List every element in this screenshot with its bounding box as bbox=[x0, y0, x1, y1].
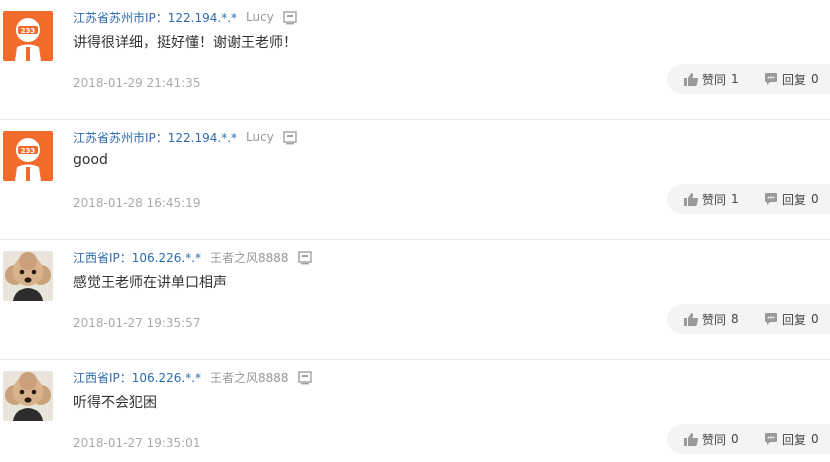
user-card-icon[interactable] bbox=[283, 130, 297, 145]
comment-meta: 江苏省苏州市IP：122.194.*.* Lucy bbox=[73, 7, 297, 27]
comment-list: 233 江苏省苏州市IP：122.194.*.* Lucy 讲得很详细，挺好懂！… bbox=[0, 0, 830, 462]
reply-count: 0 bbox=[811, 312, 819, 326]
like-count: 0 bbox=[731, 432, 739, 446]
comment-meta: 江西省IP：106.226.*.* 王者之风8888 bbox=[73, 367, 312, 387]
user-card-icon[interactable] bbox=[297, 370, 312, 385]
like-label: 赞同 bbox=[702, 312, 727, 327]
avatar[interactable]: 233 bbox=[3, 131, 53, 181]
like-label: 赞同 bbox=[702, 192, 727, 207]
username[interactable]: Lucy bbox=[246, 130, 274, 144]
avatar[interactable]: 233 bbox=[3, 11, 53, 61]
comment-timestamp: 2018-01-27 19:35:01 bbox=[73, 436, 201, 450]
speech-bubble-icon bbox=[765, 193, 777, 205]
like-button[interactable]: 赞同 8 bbox=[683, 311, 739, 328]
reply-button[interactable]: 回复 0 bbox=[763, 431, 819, 448]
user-card-icon[interactable] bbox=[297, 250, 312, 265]
like-button[interactable]: 赞同 1 bbox=[683, 191, 739, 208]
comment-timestamp: 2018-01-27 19:35:57 bbox=[73, 316, 201, 330]
comment-item: 233 江苏省苏州市IP：122.194.*.* Lucy 讲得很详细，挺好懂！… bbox=[0, 0, 830, 120]
username[interactable]: 王者之风8888 bbox=[210, 369, 289, 386]
comment-actions: 赞同 0 回复 0 bbox=[667, 424, 830, 454]
like-button[interactable]: 赞同 0 bbox=[683, 431, 739, 448]
poodle-dog-avatar-icon bbox=[3, 251, 53, 301]
username[interactable]: 王者之风8888 bbox=[210, 249, 289, 266]
reply-label: 回复 bbox=[782, 432, 807, 447]
ip-location-link[interactable]: 江西省IP：106.226.*.* bbox=[73, 249, 201, 266]
svg-text:233: 233 bbox=[21, 147, 36, 155]
speech-bubble-icon bbox=[765, 433, 777, 445]
comment-item: 江西省IP：106.226.*.* 王者之风8888 听得不会犯困 2018-0… bbox=[0, 360, 830, 462]
comment-text: 听得不会犯困 bbox=[73, 395, 157, 411]
avatar[interactable] bbox=[3, 371, 53, 421]
comment-item: 233 江苏省苏州市IP：122.194.*.* Lucy good 2018-… bbox=[0, 120, 830, 240]
comment-timestamp: 2018-01-28 16:45:19 bbox=[73, 196, 201, 210]
like-count: 8 bbox=[731, 312, 739, 326]
reply-label: 回复 bbox=[782, 192, 807, 207]
user-card-icon[interactable] bbox=[283, 10, 297, 25]
comment-actions: 赞同 1 回复 0 bbox=[667, 64, 830, 94]
avatar[interactable] bbox=[3, 251, 53, 301]
comment-actions: 赞同 1 回复 0 bbox=[667, 184, 830, 214]
like-label: 赞同 bbox=[702, 432, 727, 447]
comment-text: good bbox=[73, 152, 108, 168]
ip-location-link[interactable]: 江西省IP：106.226.*.* bbox=[73, 369, 201, 386]
thumbs-up-icon bbox=[684, 312, 699, 326]
bilibili-233-avatar-icon: 233 bbox=[3, 11, 53, 61]
thumbs-up-icon bbox=[684, 192, 699, 206]
username[interactable]: Lucy bbox=[246, 10, 274, 24]
like-count: 1 bbox=[731, 72, 739, 86]
comment-meta: 江苏省苏州市IP：122.194.*.* Lucy bbox=[73, 127, 297, 147]
reply-count: 0 bbox=[811, 72, 819, 86]
thumbs-up-icon bbox=[684, 72, 699, 86]
speech-bubble-icon bbox=[765, 313, 777, 325]
comment-text: 感觉王老师在讲单口相声 bbox=[73, 275, 227, 291]
comment-actions: 赞同 8 回复 0 bbox=[667, 304, 830, 334]
thumbs-up-icon bbox=[684, 432, 699, 446]
reply-label: 回复 bbox=[782, 72, 807, 87]
reply-label: 回复 bbox=[782, 312, 807, 327]
reply-button[interactable]: 回复 0 bbox=[763, 71, 819, 88]
comment-meta: 江西省IP：106.226.*.* 王者之风8888 bbox=[73, 247, 312, 267]
bilibili-233-avatar-icon: 233 bbox=[3, 131, 53, 181]
speech-bubble-icon bbox=[765, 73, 777, 85]
comment-item: 江西省IP：106.226.*.* 王者之风8888 感觉王老师在讲单口相声 2… bbox=[0, 240, 830, 360]
reply-button[interactable]: 回复 0 bbox=[763, 191, 819, 208]
reply-count: 0 bbox=[811, 432, 819, 446]
ip-location-link[interactable]: 江苏省苏州市IP：122.194.*.* bbox=[73, 129, 237, 146]
reply-count: 0 bbox=[811, 192, 819, 206]
like-button[interactable]: 赞同 1 bbox=[683, 71, 739, 88]
comment-text: 讲得很详细，挺好懂！谢谢王老师！ bbox=[73, 35, 297, 51]
reply-button[interactable]: 回复 0 bbox=[763, 311, 819, 328]
like-label: 赞同 bbox=[702, 72, 727, 87]
like-count: 1 bbox=[731, 192, 739, 206]
comment-timestamp: 2018-01-29 21:41:35 bbox=[73, 76, 201, 90]
svg-text:233: 233 bbox=[21, 27, 36, 35]
poodle-dog-avatar-icon bbox=[3, 371, 53, 421]
ip-location-link[interactable]: 江苏省苏州市IP：122.194.*.* bbox=[73, 9, 237, 26]
